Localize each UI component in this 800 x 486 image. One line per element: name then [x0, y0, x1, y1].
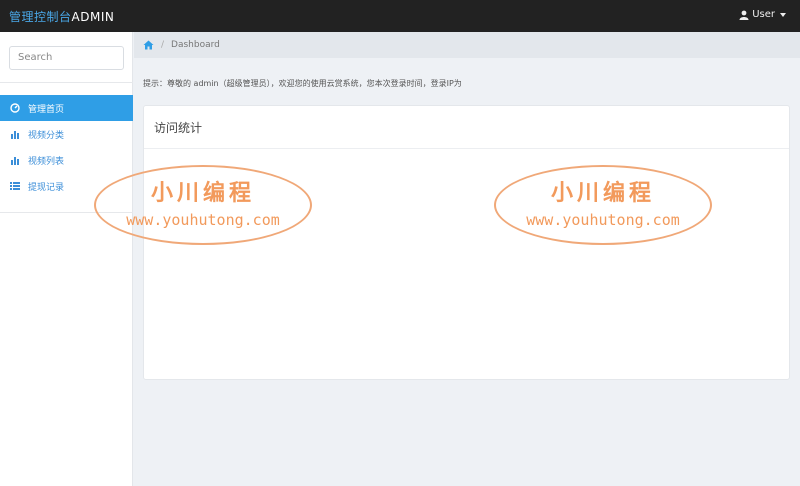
welcome-notice: 提示：尊敬的 admin（超级管理员），欢迎您的使用云赏系统，您本次登录时间，登…	[143, 79, 462, 88]
sidebar-nav: 管理首页 视频分类 视频列表 提现记录	[0, 95, 133, 199]
brand-title-en: ADMIN	[71, 10, 115, 24]
stats-panel: 访问统计	[143, 105, 790, 380]
search-input[interactable]	[9, 45, 124, 70]
sidebar-item-withdraw-records[interactable]: 提现记录	[0, 173, 133, 199]
sidebar-item-home[interactable]: 管理首页	[0, 95, 133, 121]
sidebar-divider	[0, 212, 133, 213]
breadcrumb: / Dashboard	[134, 32, 800, 58]
panel-body	[144, 149, 789, 379]
breadcrumb-current: Dashboard	[171, 40, 220, 50]
brand-logo[interactable]: 管理控制台ADMIN	[9, 8, 114, 25]
panel-title: 访问统计	[144, 106, 789, 149]
sidebar-item-label: 管理首页	[28, 104, 65, 115]
user-icon	[739, 10, 749, 20]
sidebar-item-label: 视频列表	[28, 156, 65, 167]
bar-chart-icon	[10, 129, 20, 139]
sidebar-item-video-list[interactable]: 视频列表	[0, 147, 133, 173]
sidebar-item-label: 提现记录	[28, 182, 65, 193]
dashboard-icon	[10, 103, 20, 113]
sidebar-divider	[0, 82, 133, 83]
sidebar-item-video-category[interactable]: 视频分类	[0, 121, 133, 147]
sidebar-item-label: 视频分类	[28, 130, 65, 141]
caret-down-icon	[780, 12, 786, 17]
sidebar: 管理首页 视频分类 视频列表 提现记录	[0, 32, 133, 486]
user-menu-dropdown[interactable]: User	[739, 9, 786, 20]
brand-title-cn: 管理控制台	[9, 10, 72, 24]
user-label: User	[752, 9, 775, 20]
home-icon[interactable]	[143, 40, 154, 50]
top-navbar: 管理控制台ADMIN User	[0, 0, 800, 32]
list-icon	[10, 181, 20, 191]
breadcrumb-separator: /	[161, 40, 165, 50]
bar-chart-icon	[10, 155, 20, 165]
sidebar-search	[9, 45, 124, 70]
